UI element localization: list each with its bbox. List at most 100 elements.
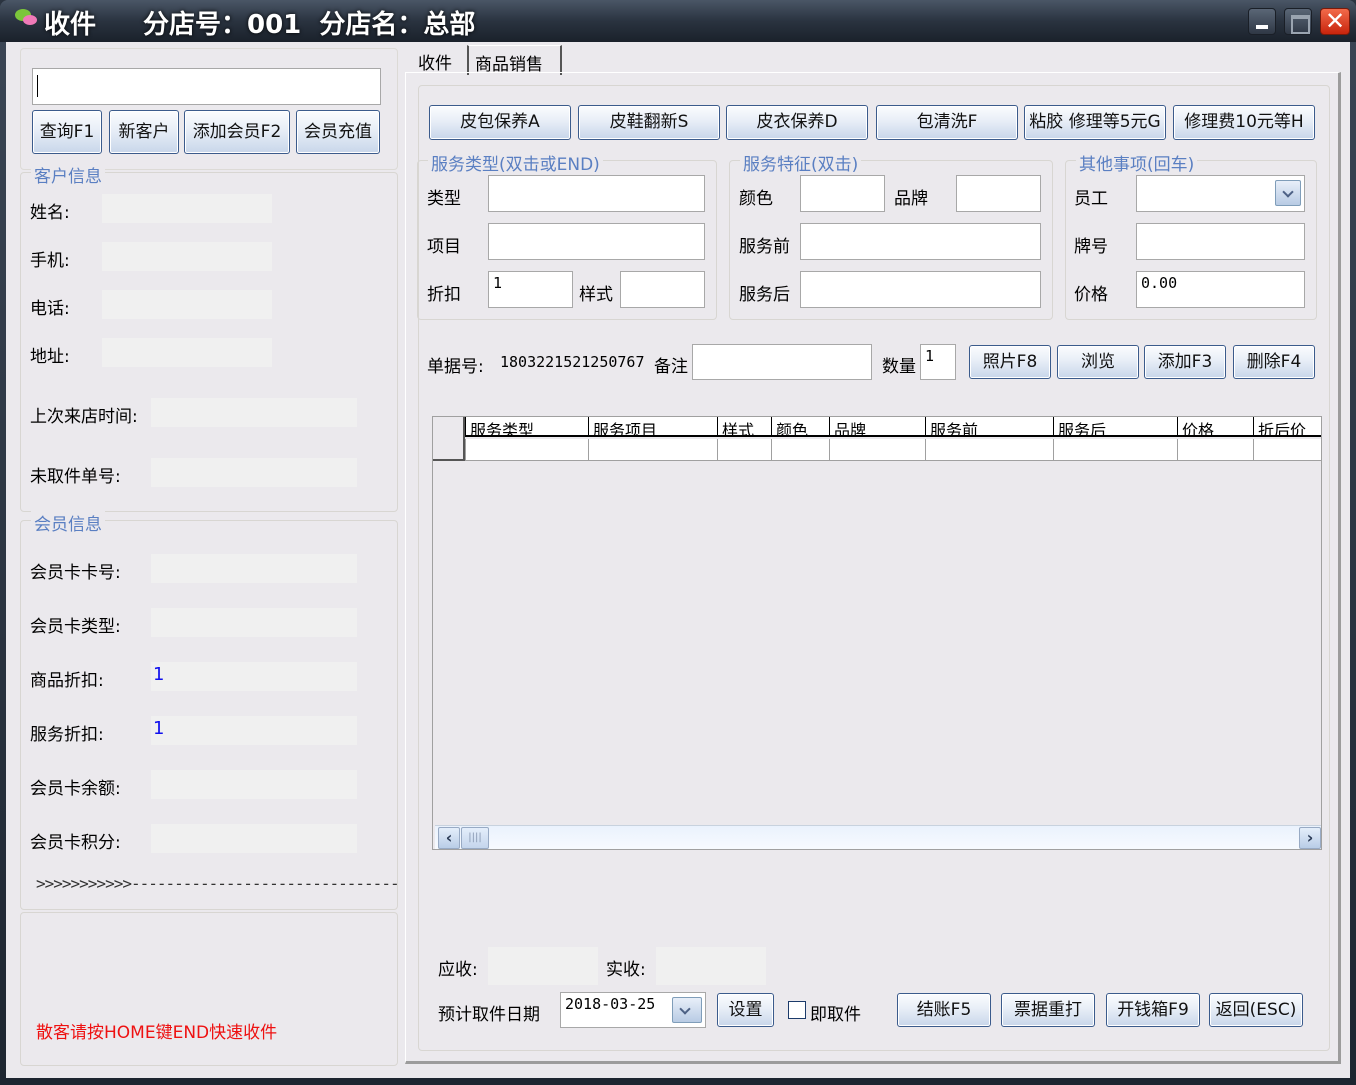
search-input[interactable] xyxy=(32,68,381,105)
tab-goods-sales[interactable]: 商品销售 xyxy=(467,45,562,75)
column-header[interactable]: 折后价 xyxy=(1253,417,1321,437)
color-input[interactable] xyxy=(800,175,885,212)
unpicked-order-value xyxy=(151,458,357,487)
column-header[interactable]: 服务项目 xyxy=(588,417,717,437)
card-points-value xyxy=(151,824,357,853)
quick-bag-cleaning-button[interactable]: 包清洗F xyxy=(876,105,1018,140)
member-recharge-button[interactable]: 会员充值 xyxy=(296,110,380,154)
maximize-button[interactable] xyxy=(1284,8,1312,35)
set-date-button[interactable]: 设置 xyxy=(717,993,774,1027)
query-button[interactable]: 查询F1 xyxy=(32,110,102,154)
receivable-value xyxy=(488,947,598,985)
return-button[interactable]: 返回(ESC) xyxy=(1209,993,1303,1027)
delete-item-button[interactable]: 删除F4 xyxy=(1233,345,1315,379)
column-header[interactable]: 颜色 xyxy=(771,417,829,437)
close-button[interactable]: ✕ xyxy=(1320,7,1350,35)
service-discount-value: 1 xyxy=(151,716,357,745)
client-area: 查询F1 新客户 添加会员F2 会员充值 客户信息 姓名: 手机: 电话: 地址… xyxy=(6,42,1350,1078)
quick-repair-fee-button[interactable]: 修理费10元等H xyxy=(1173,105,1315,140)
column-header[interactable]: 样式 xyxy=(717,417,771,437)
style-input[interactable] xyxy=(620,271,705,308)
price-label: 价格 xyxy=(1074,285,1108,305)
close-icon: ✕ xyxy=(1324,7,1346,35)
new-customer-button[interactable]: 新客户 xyxy=(109,110,179,154)
service-items-grid[interactable]: 服务类型 服务项目 样式 颜色 品牌 服务前 服务后 价格 折后价 ‹ ||||… xyxy=(432,416,1322,850)
table-cell[interactable] xyxy=(771,439,829,461)
calendar-dropdown-icon[interactable] xyxy=(672,997,702,1023)
last-visit-value xyxy=(151,398,357,427)
minimize-button[interactable] xyxy=(1248,8,1276,35)
card-type-label: 会员卡类型: xyxy=(30,617,121,637)
brand-label: 品牌 xyxy=(894,189,928,209)
type-label: 类型 xyxy=(427,189,461,209)
item-label: 项目 xyxy=(427,237,461,257)
horizontal-scrollbar[interactable]: ‹ |||| › xyxy=(435,825,1321,849)
instant-pickup-checkbox[interactable] xyxy=(788,1001,806,1019)
progress-indicator: >>>>>>>>>>>-----------------------------… xyxy=(36,874,400,893)
column-header[interactable]: 服务前 xyxy=(925,417,1053,437)
staff-label: 员工 xyxy=(1074,189,1108,209)
received-label: 实收: xyxy=(606,960,646,980)
table-cell[interactable] xyxy=(925,439,1053,461)
type-input[interactable] xyxy=(488,175,705,212)
table-cell[interactable] xyxy=(717,439,771,461)
window-title: 收件 xyxy=(44,10,97,40)
service-features-title: 服务特征(双击) xyxy=(740,150,862,175)
table-row[interactable] xyxy=(433,439,1321,461)
quick-leather-coat-care-button[interactable]: 皮衣保养D xyxy=(726,105,868,140)
column-header[interactable]: 服务类型 xyxy=(465,417,588,437)
table-cell[interactable] xyxy=(465,439,588,461)
scroll-left-icon[interactable]: ‹ xyxy=(438,827,460,849)
after-service-label: 服务后 xyxy=(739,285,790,305)
card-points-label: 会员卡积分: xyxy=(30,833,121,853)
table-cell[interactable] xyxy=(1053,439,1177,461)
customer-info-title: 客户信息 xyxy=(31,162,105,187)
quantity-input[interactable]: 1 xyxy=(920,344,956,380)
brand-input[interactable] xyxy=(956,175,1041,212)
receivable-label: 应收: xyxy=(438,960,478,980)
add-member-button[interactable]: 添加会员F2 xyxy=(184,110,290,154)
checkout-button[interactable]: 结账F5 xyxy=(897,993,991,1027)
add-item-button[interactable]: 添加F3 xyxy=(1144,345,1226,379)
reprint-receipt-button[interactable]: 票据重打 xyxy=(1001,993,1095,1027)
remark-input[interactable] xyxy=(692,344,872,380)
quick-receive-hint: 散客请按HOME键END快速收件 xyxy=(36,1023,278,1043)
member-info-title: 会员信息 xyxy=(31,510,105,535)
after-service-input[interactable] xyxy=(800,271,1041,308)
scroll-thumb[interactable]: |||| xyxy=(461,827,489,849)
table-cell[interactable] xyxy=(1177,439,1253,461)
color-label: 颜色 xyxy=(739,189,773,209)
table-cell[interactable] xyxy=(588,439,717,461)
quick-leather-bag-care-button[interactable]: 皮包保养A xyxy=(429,105,571,140)
tag-number-label: 牌号 xyxy=(1074,237,1108,257)
card-number-label: 会员卡卡号: xyxy=(30,563,121,583)
browse-button[interactable]: 浏览 xyxy=(1057,345,1139,379)
column-header[interactable]: 价格 xyxy=(1177,417,1253,437)
scroll-right-icon[interactable]: › xyxy=(1299,827,1321,849)
column-header[interactable]: 服务后 xyxy=(1053,417,1177,437)
service-type-title: 服务类型(双击或END) xyxy=(428,150,603,175)
table-cell[interactable] xyxy=(829,439,925,461)
staff-dropdown-icon[interactable] xyxy=(1275,180,1301,206)
item-input[interactable] xyxy=(488,223,705,260)
quick-glue-repair-button[interactable]: 粘胶 修理等5元G xyxy=(1024,105,1166,140)
tab-receive[interactable]: 收件 xyxy=(412,45,464,75)
pickup-date-picker[interactable]: 2018-03-25 xyxy=(560,992,706,1028)
price-input[interactable]: 0.00 xyxy=(1136,271,1305,308)
photo-button[interactable]: 照片F8 xyxy=(969,345,1051,379)
column-header[interactable]: 品牌 xyxy=(829,417,925,437)
card-number-value xyxy=(151,554,357,583)
title-bar[interactable]: 收件 分店号：001 分店名：总部 ✕ xyxy=(0,0,1356,42)
table-cell[interactable] xyxy=(1253,439,1321,461)
quick-shoe-refurbish-button[interactable]: 皮鞋翻新S xyxy=(578,105,720,140)
service-discount-label: 服务折扣: xyxy=(30,725,104,745)
before-service-input[interactable] xyxy=(800,223,1041,260)
row-header[interactable] xyxy=(433,417,465,461)
tag-number-input[interactable] xyxy=(1136,223,1305,260)
address-label: 地址: xyxy=(30,347,70,367)
staff-select[interactable] xyxy=(1136,175,1305,212)
address-value xyxy=(102,338,272,367)
open-cash-drawer-button[interactable]: 开钱箱F9 xyxy=(1106,993,1200,1027)
grid-header: 服务类型 服务项目 样式 颜色 品牌 服务前 服务后 价格 折后价 xyxy=(433,417,1321,437)
discount-input[interactable]: 1 xyxy=(488,271,573,308)
